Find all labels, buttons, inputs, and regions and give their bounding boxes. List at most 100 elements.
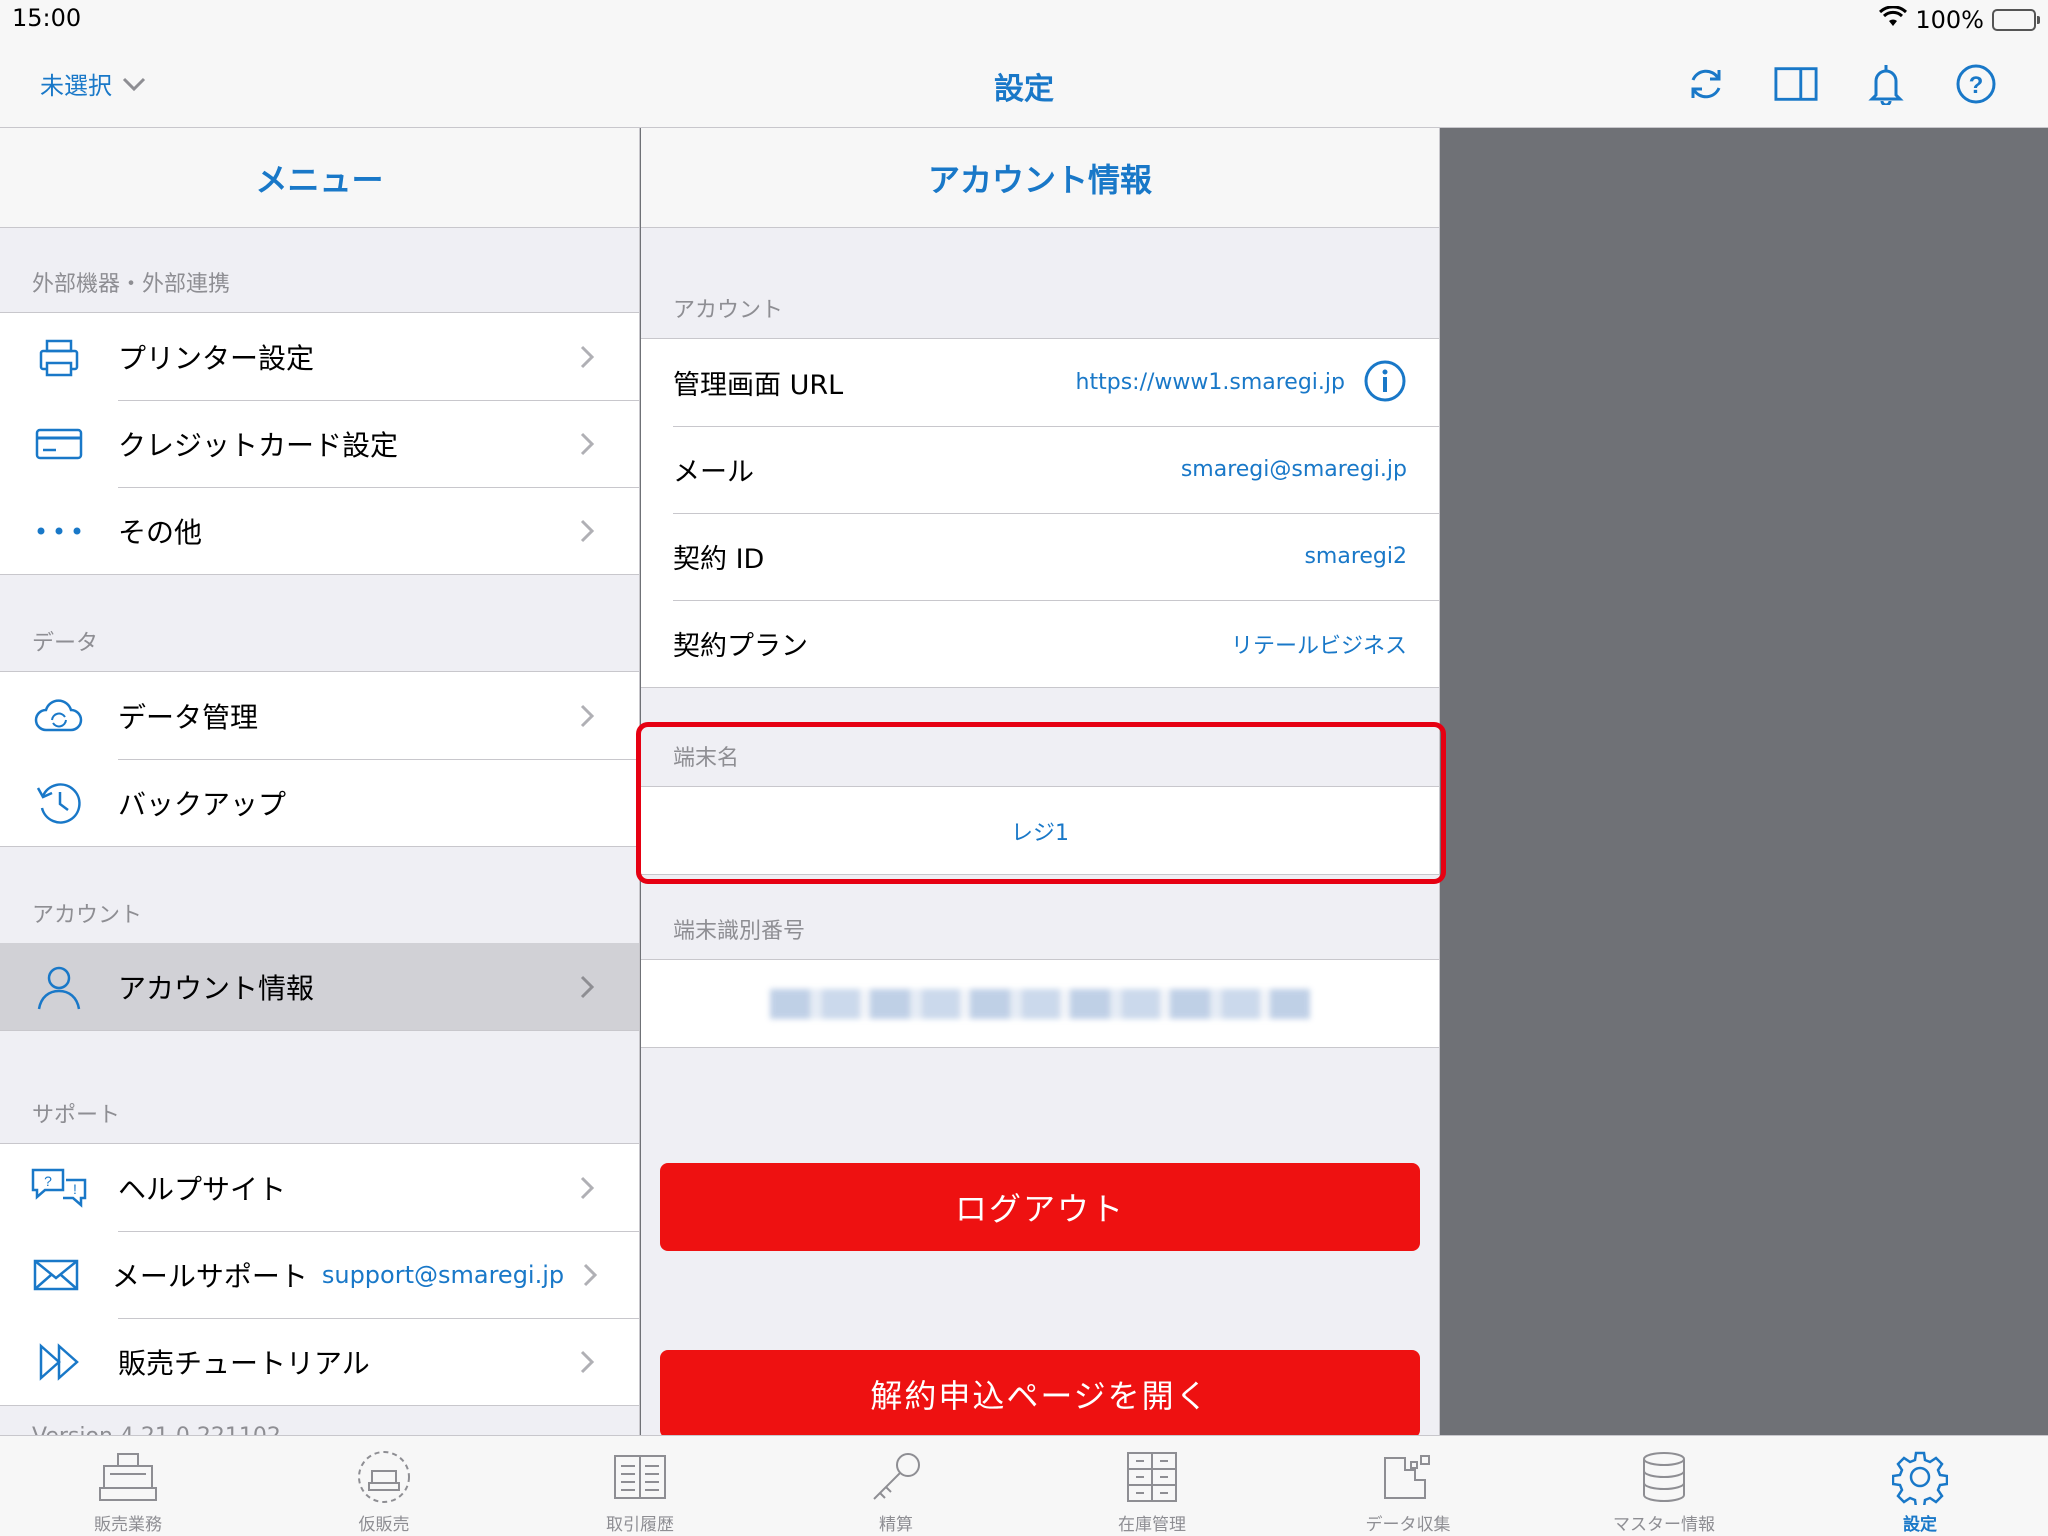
database-icon — [1641, 1448, 1687, 1506]
menu-item-account-info[interactable]: アカウント情報 — [0, 943, 639, 1030]
menu-item-label: 販売チュートリアル — [118, 1346, 370, 1380]
status-time: 15:00 — [12, 4, 82, 32]
tab-transaction-history[interactable]: 取引履歴 — [512, 1436, 768, 1536]
tab-settings[interactable]: 設定 — [1792, 1436, 2048, 1536]
contract-plan-row: 契約プラン リテールビジネス — [641, 600, 1439, 687]
help-icon[interactable]: ? — [1954, 62, 1998, 106]
terminal-id-row — [641, 960, 1439, 1047]
chevron-right-icon — [579, 703, 639, 729]
tab-label: 精算 — [879, 1515, 913, 1535]
email-value: smaregi@smaregi.jp — [1180, 457, 1407, 482]
terminal-id-group — [641, 959, 1439, 1048]
status-indicators: 100% — [1879, 4, 2040, 36]
menu-group-external: プリンター設定 クレジットカード設定 その他 — [0, 312, 639, 575]
chevron-right-icon — [582, 1262, 639, 1288]
info-icon[interactable] — [1363, 359, 1407, 407]
tab-label: 仮販売 — [358, 1515, 410, 1535]
menu-group-account: アカウント情報 — [0, 943, 639, 1031]
tab-master-info[interactable]: マスター情報 — [1536, 1436, 1792, 1536]
open-cancellation-page-button[interactable]: 解約申込ページを開く — [660, 1350, 1420, 1435]
more-dots-icon — [0, 526, 118, 536]
chevron-right-icon — [579, 518, 639, 544]
envelope-icon — [0, 1258, 112, 1292]
tab-inventory[interactable]: 在庫管理 — [1024, 1436, 1280, 1536]
temp-sale-icon — [356, 1448, 412, 1506]
terminal-name-value[interactable]: レジ1 — [641, 787, 1439, 874]
admin-url-value[interactable]: https://www1.smaregi.jp — [1076, 370, 1345, 395]
bell-icon[interactable] — [1864, 62, 1908, 106]
menu-item-mail-support[interactable]: メールサポート support@smaregi.jp — [0, 1231, 639, 1318]
section-label: 端末識別番号 — [673, 919, 806, 944]
menu-item-label: その他 — [118, 515, 203, 549]
menu-item-label: データ管理 — [118, 700, 259, 734]
tab-sales[interactable]: 販売業務 — [0, 1436, 256, 1536]
fast-forward-icon — [0, 1342, 118, 1382]
data-collect-icon — [1381, 1448, 1435, 1506]
menu-item-sales-tutorial[interactable]: 販売チュートリアル — [0, 1318, 639, 1405]
menu-item-backup[interactable]: バックアップ — [0, 759, 639, 846]
section-label: アカウント — [673, 298, 784, 323]
credit-card-icon — [0, 426, 118, 462]
svg-text:?: ? — [44, 1173, 52, 1189]
admin-url-row: 管理画面 URL https://www1.smaregi.jp — [641, 339, 1439, 426]
chevron-right-icon — [579, 974, 639, 1000]
logout-button[interactable]: ログアウト — [660, 1163, 1420, 1251]
tab-bar: 販売業務 仮販売 取引履歴 精算 在庫管理 データ収集 マスター情報 設定 — [0, 1435, 2048, 1536]
battery-icon — [1992, 9, 2040, 31]
help-chat-icon: ?! — [0, 1166, 118, 1210]
terminal-name-group: レジ1 — [641, 786, 1439, 875]
support-email: support@smaregi.jp — [321, 1260, 565, 1289]
key-icon — [868, 1448, 924, 1506]
row-key: メール — [673, 457, 754, 488]
tab-settlement[interactable]: 精算 — [768, 1436, 1024, 1536]
chevron-down-icon — [122, 70, 146, 98]
tab-label: データ収集 — [1365, 1515, 1451, 1535]
detail-header: アカウント情報 — [641, 128, 1439, 228]
row-key: 管理画面 URL — [673, 370, 844, 401]
menu-group-support: ?! ヘルプサイト メールサポート support@smaregi.jp 販売チ… — [0, 1143, 639, 1406]
section-label: アカウント — [32, 903, 143, 928]
tab-label: 取引履歴 — [606, 1515, 674, 1535]
tab-label: マスター情報 — [1613, 1515, 1715, 1535]
chevron-right-icon — [579, 1175, 639, 1201]
row-key: 契約プラン — [673, 631, 808, 662]
gear-icon — [1892, 1448, 1948, 1506]
tab-temp-sale[interactable]: 仮販売 — [256, 1436, 512, 1536]
wifi-icon — [1879, 5, 1908, 34]
tab-label: 設定 — [1903, 1515, 1937, 1535]
section-label: サポート — [32, 1103, 121, 1128]
menu-item-label: ヘルプサイト — [118, 1172, 287, 1206]
menu-item-label: プリンター設定 — [118, 341, 315, 375]
menu-item-help-site[interactable]: ?! ヘルプサイト — [0, 1144, 639, 1231]
menu-item-credit-card[interactable]: クレジットカード設定 — [0, 400, 639, 487]
account-info-group: 管理画面 URL https://www1.smaregi.jp メール sma… — [641, 338, 1439, 688]
menu-item-other[interactable]: その他 — [0, 487, 639, 574]
version-label: Version 4.21.0.221102 — [0, 1406, 639, 1435]
menu-item-data-management[interactable]: データ管理 — [0, 672, 639, 759]
menu-item-label: アカウント情報 — [118, 971, 315, 1005]
chevron-right-icon — [579, 1349, 639, 1375]
tab-label: 販売業務 — [94, 1515, 162, 1535]
history-icon — [0, 778, 118, 828]
shop-selector[interactable]: 未選択 — [40, 66, 146, 101]
split-view-icon[interactable] — [1774, 62, 1818, 106]
receipt-list-icon — [613, 1448, 667, 1506]
menu-item-printer[interactable]: プリンター設定 — [0, 313, 639, 400]
account-detail-panel: アカウント情報 アカウント 管理画面 URL https://www1.smar… — [641, 128, 1440, 1435]
menu-header: メニュー — [0, 128, 639, 228]
section-label: データ — [32, 631, 99, 656]
cloud-sync-icon — [0, 696, 118, 736]
menu-item-label: クレジットカード設定 — [118, 428, 399, 462]
svg-text:?: ? — [1969, 72, 1984, 99]
contract-id-row: 契約 ID smaregi2 — [641, 513, 1439, 600]
section-label: 外部機器・外部連携 — [32, 272, 231, 297]
person-icon — [0, 963, 118, 1011]
printer-icon — [0, 337, 118, 377]
menu-item-label: メールサポート — [111, 1259, 308, 1293]
tab-data-collection[interactable]: データ収集 — [1280, 1436, 1536, 1536]
refresh-icon[interactable] — [1684, 62, 1728, 106]
nav-actions: ? — [1684, 62, 1998, 106]
chevron-right-icon — [579, 344, 639, 370]
register-icon — [98, 1448, 158, 1506]
section-label: 端末名 — [673, 746, 740, 771]
